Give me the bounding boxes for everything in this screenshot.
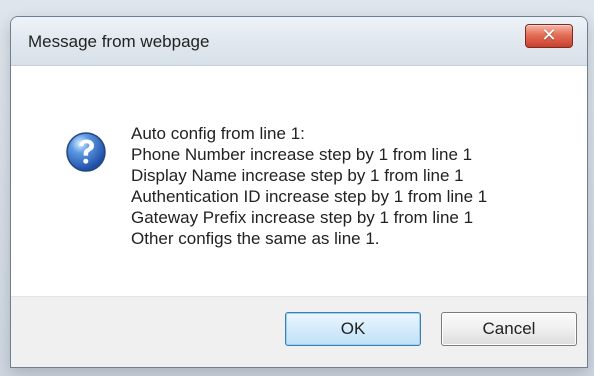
question-icon	[65, 131, 107, 173]
message-text: Auto config from line 1: Phone Number in…	[131, 124, 488, 248]
cancel-button[interactable]: Cancel	[441, 312, 577, 346]
close-icon: ✕	[541, 25, 557, 46]
ok-button[interactable]: OK	[285, 312, 421, 346]
title-bar: Message from webpage ✕	[11, 17, 587, 66]
screen: Message from webpage ✕ Auto config from …	[0, 0, 594, 376]
message-dialog: Message from webpage ✕ Auto config from …	[10, 16, 588, 368]
dialog-footer: OK Cancel	[11, 296, 587, 367]
dialog-title: Message from webpage	[28, 32, 210, 51]
dialog-content: Auto config from line 1: Phone Number in…	[11, 66, 587, 298]
close-button[interactable]: ✕	[525, 24, 573, 48]
